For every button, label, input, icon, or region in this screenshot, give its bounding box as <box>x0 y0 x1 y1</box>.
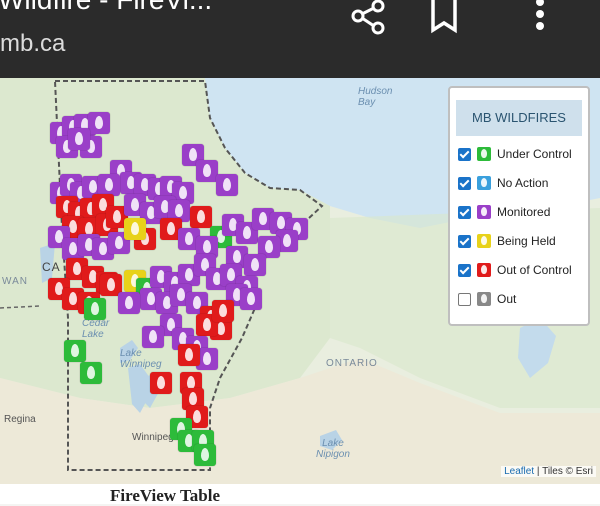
label-lake-winnipeg: Lake Winnipeg <box>120 348 162 370</box>
label-cedar-lake: Cedar Lake <box>82 318 110 340</box>
bookmark-icon[interactable] <box>428 0 468 40</box>
fire-marker[interactable] <box>244 254 266 276</box>
checkbox-out[interactable] <box>458 292 471 306</box>
fireview-table-title: FireView Table <box>110 486 221 505</box>
legend-item-monitored[interactable]: Monitored <box>458 202 550 222</box>
fire-marker[interactable] <box>240 288 262 310</box>
fire-icon <box>477 234 491 248</box>
leaflet-link[interactable]: Leaflet <box>504 466 534 477</box>
fire-marker[interactable] <box>118 292 140 314</box>
fire-marker[interactable] <box>150 372 172 394</box>
label-wan: WAN <box>2 276 28 287</box>
checkbox-monitored[interactable] <box>458 205 471 219</box>
checkbox-being-held[interactable] <box>458 234 471 248</box>
fire-marker[interactable] <box>216 174 238 196</box>
fire-marker[interactable] <box>124 218 146 240</box>
fire-marker[interactable] <box>68 128 90 150</box>
legend-item-out-of-control[interactable]: Out of Control <box>458 260 572 280</box>
map-attribution: Leaflet | Tiles © Esri <box>501 466 596 477</box>
fire-marker[interactable] <box>212 300 234 322</box>
tiles-credit: | Tiles © Esri <box>534 466 593 477</box>
fire-marker[interactable] <box>178 344 200 366</box>
fire-marker[interactable] <box>190 206 212 228</box>
fire-icon <box>477 205 491 219</box>
label-canada: CA <box>42 260 61 274</box>
fire-marker[interactable] <box>194 444 216 466</box>
fire-marker[interactable] <box>84 298 106 320</box>
legend-panel: MB WILDFIRES Under Control No Action Mon… <box>448 86 590 326</box>
fire-marker[interactable] <box>64 340 86 362</box>
checkbox-no-action[interactable] <box>458 176 471 190</box>
label-winnipeg: Winnipeg <box>132 432 174 443</box>
label-hudson-bay: Hudson Bay <box>358 86 393 108</box>
page-title: Wildfire - FireVi... <box>0 0 212 16</box>
legend-item-under-control[interactable]: Under Control <box>458 144 572 164</box>
fire-icon <box>477 176 491 190</box>
fire-marker[interactable] <box>88 112 110 134</box>
legend-label: Monitored <box>497 205 551 219</box>
fire-marker[interactable] <box>80 362 102 384</box>
fire-marker[interactable] <box>142 326 164 348</box>
more-vert-icon[interactable] <box>528 0 568 40</box>
legend-label: Out <box>497 292 517 306</box>
checkbox-under-control[interactable] <box>458 147 471 161</box>
checkbox-out-of-control[interactable] <box>458 263 471 277</box>
legend-label: No Action <box>497 176 549 190</box>
legend-item-out[interactable]: Out <box>458 289 516 309</box>
page-url[interactable]: mb.ca <box>0 30 65 58</box>
label-lake-nipigon: Lake Nipigon <box>316 438 350 460</box>
label-regina: Regina <box>4 414 36 425</box>
fire-icon <box>477 263 491 277</box>
legend-title: MB WILDFIRES <box>456 100 582 136</box>
browser-top-bar: Wildfire - FireVi... mb.ca <box>0 0 600 78</box>
fire-icon <box>477 147 491 161</box>
bottom-section: FireView Table <box>0 484 600 505</box>
legend-item-being-held[interactable]: Being Held <box>458 231 556 251</box>
legend-label: Being Held <box>497 234 556 248</box>
share-icon[interactable] <box>348 0 388 40</box>
legend-label: Under Control <box>497 147 572 161</box>
legend-item-no-action[interactable]: No Action <box>458 173 548 193</box>
legend-label: Out of Control <box>497 263 572 277</box>
fire-marker[interactable] <box>98 174 120 196</box>
label-ontario: ONTARIO <box>326 358 378 369</box>
fire-icon <box>477 292 491 306</box>
fire-marker[interactable] <box>196 160 218 182</box>
